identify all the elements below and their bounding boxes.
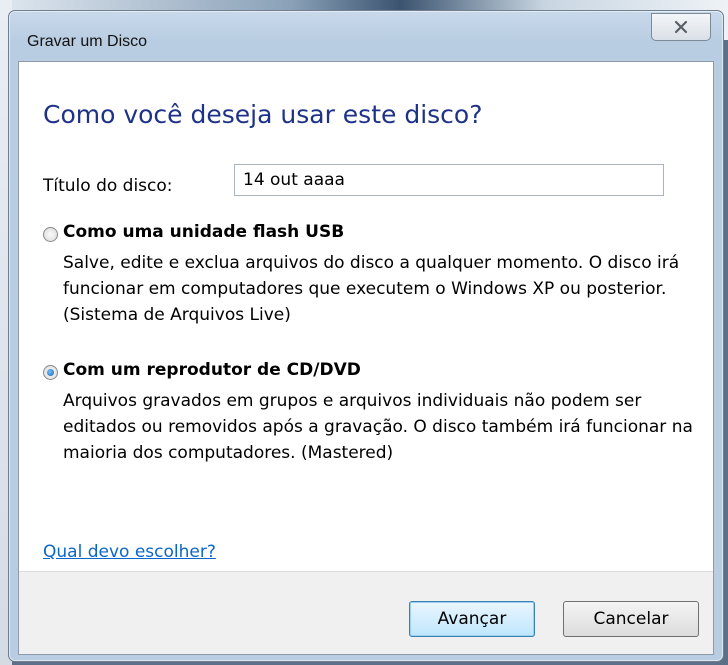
next-button[interactable]: Avançar bbox=[409, 601, 535, 637]
dialog-content: Como você deseja usar este disco? Título… bbox=[18, 61, 714, 655]
close-icon bbox=[674, 20, 688, 34]
radio-usb-flash[interactable] bbox=[43, 227, 58, 242]
window-title: Gravar um Disco bbox=[27, 33, 148, 50]
option-description: Salve, edite e exclua arquivos do disco … bbox=[63, 253, 680, 325]
option-description: Arquivos gravados em grupos e arquivos i… bbox=[63, 391, 693, 463]
burn-disc-dialog: Gravar um Disco Como você deseja usar es… bbox=[8, 10, 724, 662]
disc-title-input[interactable] bbox=[234, 164, 664, 196]
disc-title-label: Título do disco: bbox=[43, 176, 173, 196]
option-title[interactable]: Como uma unidade flash USB bbox=[63, 222, 344, 242]
dialog-footer: Avançar Cancelar bbox=[19, 571, 713, 654]
option-title[interactable]: Com um reprodutor de CD/DVD bbox=[63, 360, 361, 380]
help-link[interactable]: Qual devo escolher? bbox=[43, 542, 216, 562]
radio-cd-dvd-player[interactable] bbox=[43, 365, 58, 380]
title-bar: Gravar um Disco bbox=[9, 11, 723, 61]
dialog-heading: Como você deseja usar este disco? bbox=[43, 100, 483, 129]
cancel-button[interactable]: Cancelar bbox=[563, 601, 699, 637]
close-button[interactable] bbox=[651, 13, 711, 41]
